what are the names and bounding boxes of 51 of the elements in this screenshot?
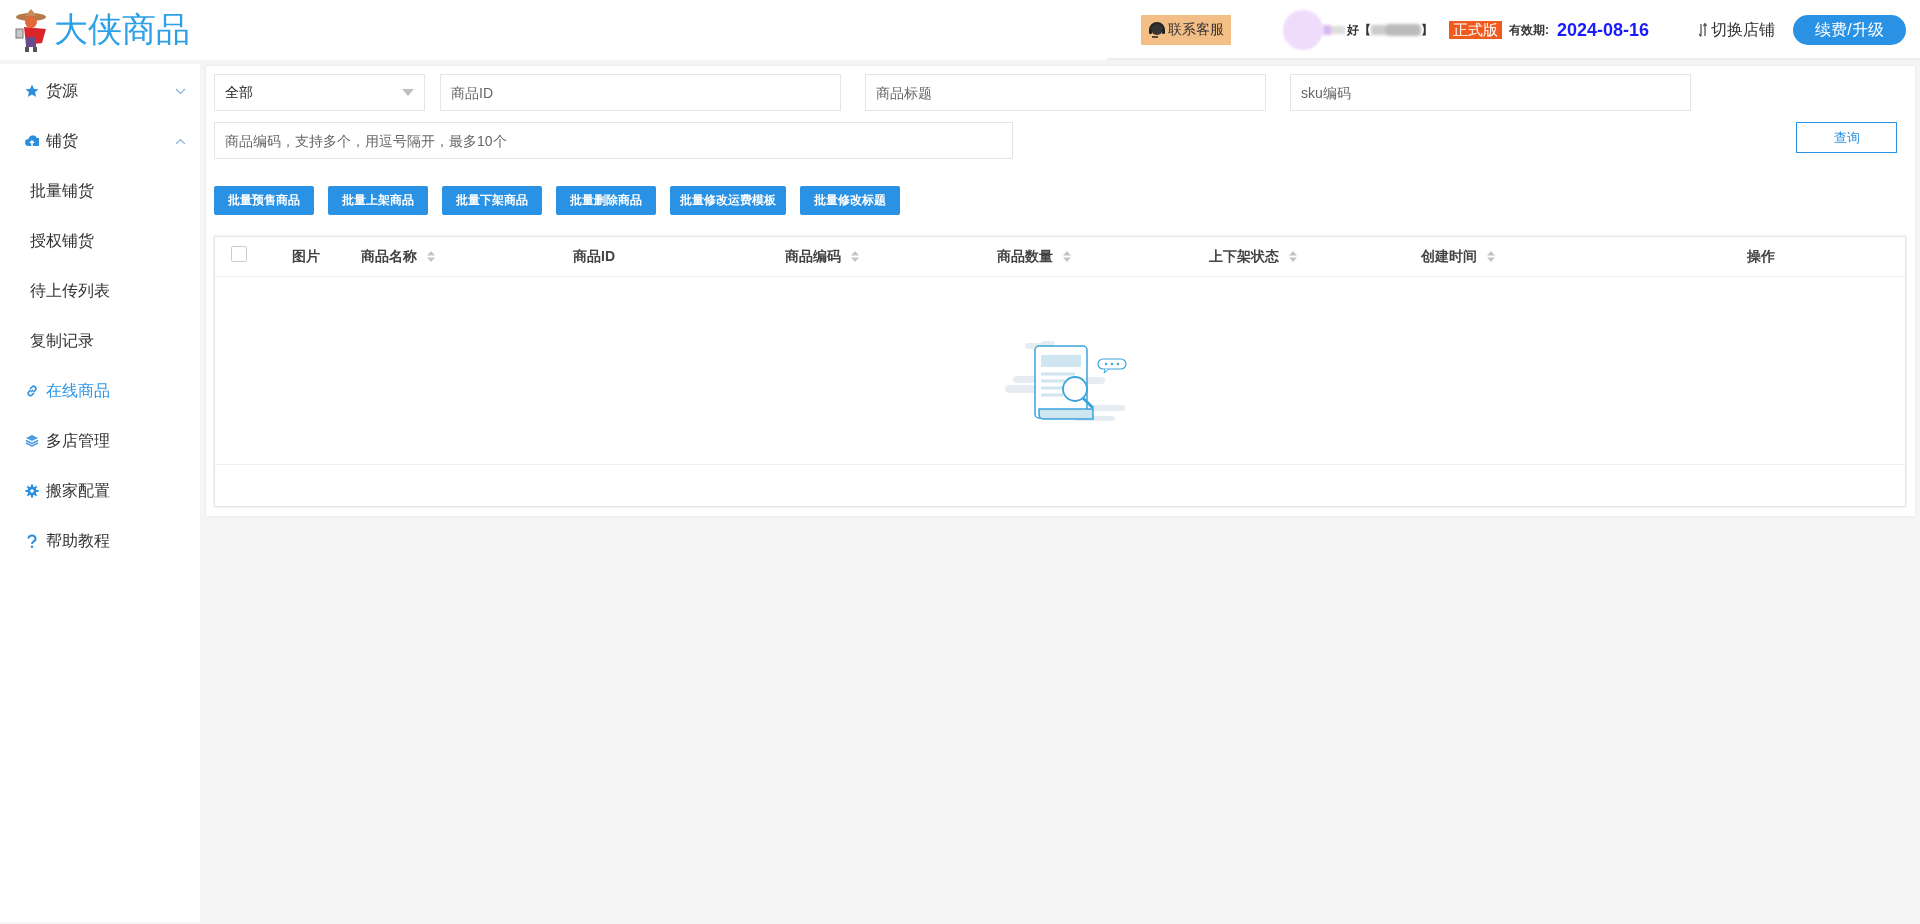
blurred-name-drawing xyxy=(1370,22,1421,38)
sidebar-subitem[interactable]: 批量铺货 xyxy=(0,166,200,216)
greeting-text: 】 xyxy=(1420,21,1433,39)
product-codes-field[interactable]: 商品编码，支持多个，用逗号隔开，最多10个 xyxy=(214,122,1013,159)
column-header: 商品名称 xyxy=(361,247,417,266)
help-icon xyxy=(25,534,39,548)
dropdown-caret-icon xyxy=(402,89,414,96)
contact-support-button[interactable]: 联系客服 xyxy=(1140,15,1231,45)
column-header: 商品数量 xyxy=(997,247,1053,266)
sidebar-item[interactable]: 搬家配置 xyxy=(0,466,200,516)
expiry-date: 2024-08-16 xyxy=(1556,19,1649,41)
headset-icon xyxy=(1147,21,1166,39)
column-header: 商品编码 xyxy=(785,247,841,266)
blurred-name-drawing xyxy=(1322,22,1347,38)
link-icon xyxy=(25,384,39,398)
select-all-checkbox[interactable] xyxy=(231,245,247,262)
product-id-field[interactable]: 商品ID xyxy=(440,74,841,111)
layers-icon xyxy=(25,434,39,448)
query-button[interactable]: 查询 xyxy=(1796,122,1897,153)
gear-icon xyxy=(25,484,39,498)
greeting-text: 好【 xyxy=(1346,21,1371,39)
sidebar-item[interactable]: 铺货 xyxy=(0,116,200,166)
status-select[interactable]: 全部 xyxy=(214,74,425,111)
column-header: 图片 xyxy=(292,247,320,266)
logo-text: 大侠商品 xyxy=(54,8,190,51)
column-header: 商品ID xyxy=(573,247,615,266)
expiry-label: 有效期: xyxy=(1508,21,1549,39)
sidebar-item[interactable]: 帮助教程 xyxy=(0,516,200,566)
sidebar-subitem[interactable]: 待上传列表 xyxy=(0,266,200,316)
cloud-upload-icon xyxy=(25,134,39,148)
sort-icon[interactable] xyxy=(1063,251,1071,262)
sidebar-subitem[interactable]: 复制记录 xyxy=(0,316,200,366)
sort-icon[interactable] xyxy=(427,251,435,262)
chevron-down-icon xyxy=(175,88,186,95)
sidebar-item[interactable]: 货源 xyxy=(0,66,200,116)
column-header: 操作 xyxy=(1747,247,1775,266)
chevron-up-icon xyxy=(175,138,186,145)
product-title-field[interactable]: 商品标题 xyxy=(865,74,1266,111)
sort-icon[interactable] xyxy=(1487,251,1495,262)
sort-icon[interactable] xyxy=(851,251,859,262)
column-header: 创建时间 xyxy=(1421,247,1477,266)
sidebar-item[interactable]: 多店管理 xyxy=(0,416,200,466)
column-header: 上下架状态 xyxy=(1209,247,1279,266)
star-icon xyxy=(25,84,39,98)
avatar xyxy=(1282,10,1323,50)
sort-icon[interactable] xyxy=(1289,251,1297,262)
sidebar-subitem[interactable]: 授权铺货 xyxy=(0,216,200,266)
swap-arrows-icon xyxy=(1699,23,1708,37)
switch-shop-link[interactable]: 切换店铺 xyxy=(1699,19,1775,41)
sku-code-field[interactable]: sku编码 xyxy=(1290,74,1691,111)
edition-badge: 正式版 xyxy=(1448,21,1502,39)
